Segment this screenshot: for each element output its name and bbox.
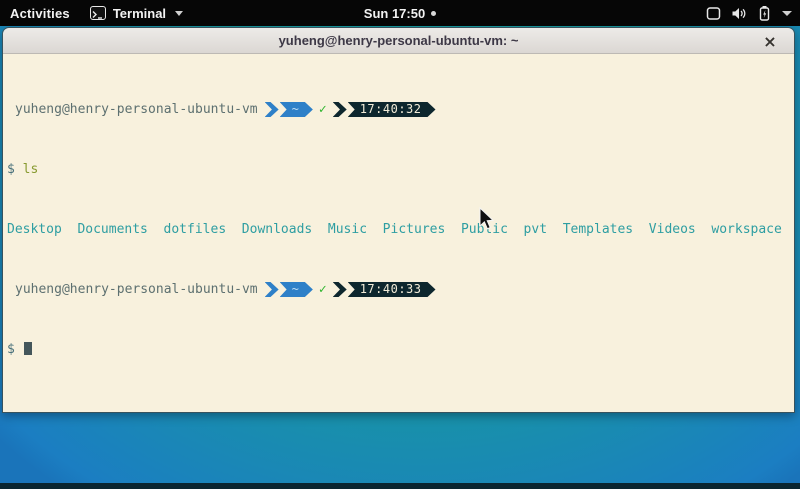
prompt-row: yuheng@henry-personal-ubuntu-vm ~ ✓ 17:4…	[7, 102, 794, 117]
powerline-arrow-icon	[333, 282, 347, 297]
terminal-content[interactable]: yuheng@henry-personal-ubuntu-vm ~ ✓ 17:4…	[3, 54, 794, 412]
prompt-row: yuheng@henry-personal-ubuntu-vm ~ ✓ 17:4…	[7, 282, 794, 297]
prompt-time-segment: 17:40:32	[348, 102, 436, 117]
system-tray[interactable]	[706, 0, 792, 26]
prompt-user-host: yuheng@henry-personal-ubuntu-vm	[15, 102, 258, 117]
powerline-arrow-icon	[265, 282, 279, 297]
battery-charging-icon	[757, 5, 772, 21]
desktop-bottom-edge	[0, 483, 800, 489]
top-bar: Activities Terminal Sun 17:50	[0, 0, 800, 26]
text-cursor	[24, 342, 32, 355]
clock-label: Sun 17:50	[364, 6, 425, 21]
window-title: yuheng@henry-personal-ubuntu-vm: ~	[279, 33, 519, 48]
activities-button[interactable]: Activities	[0, 6, 82, 21]
prompt-symbol: $	[7, 162, 15, 177]
powerline-arrow-icon	[265, 102, 279, 117]
chevron-down-icon	[782, 11, 792, 16]
prompt-directory-segment: ~	[280, 102, 313, 117]
screen-icon	[706, 6, 721, 21]
status-check-icon: ✓	[319, 102, 327, 117]
terminal-window: yuheng@henry-personal-ubuntu-vm: ~ × yuh…	[2, 27, 795, 413]
prompt-directory-segment: ~	[280, 282, 313, 297]
prompt-time-segment: 17:40:33	[348, 282, 436, 297]
app-menu-terminal[interactable]: Terminal	[82, 6, 191, 21]
chevron-down-icon	[175, 11, 183, 16]
command-text: ls	[23, 162, 39, 177]
ls-output-row: Desktop Documents dotfiles Downloads Mus…	[7, 222, 794, 237]
command-row: $ ls	[7, 162, 794, 177]
app-menu-label: Terminal	[113, 6, 166, 21]
terminal-icon	[90, 6, 106, 20]
command-row: $	[7, 342, 794, 357]
window-titlebar[interactable]: yuheng@henry-personal-ubuntu-vm: ~ ×	[3, 28, 794, 54]
close-button[interactable]: ×	[758, 28, 782, 54]
prompt-symbol: $	[7, 342, 15, 357]
notification-dot-icon	[431, 11, 436, 16]
prompt-user-host: yuheng@henry-personal-ubuntu-vm	[15, 282, 258, 297]
volume-icon	[731, 6, 747, 21]
status-check-icon: ✓	[319, 282, 327, 297]
powerline-arrow-icon	[333, 102, 347, 117]
